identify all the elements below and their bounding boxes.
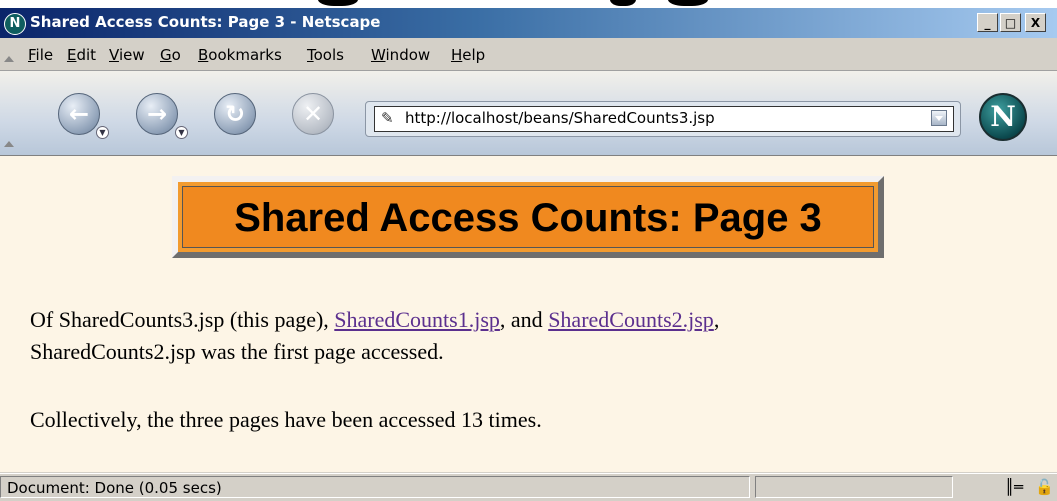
- headline-fragment: [318, 0, 358, 6]
- url-bar: ✎ http://localhost/beans/SharedCounts3.j…: [365, 101, 961, 137]
- status-bar: Document: Done (0.05 secs) ║═ 🔓: [0, 473, 1057, 501]
- link-sharedcounts1[interactable]: SharedCounts1.jsp: [334, 307, 500, 332]
- menu-tools[interactable]: Tools: [307, 46, 344, 64]
- page-heading-banner: Shared Access Counts: Page 3: [172, 176, 884, 258]
- stop-icon: ✕: [302, 100, 324, 128]
- reload-button[interactable]: ↻: [214, 93, 256, 135]
- para1-text-1: Of SharedCounts3.jsp (this page),: [30, 307, 335, 332]
- menu-go[interactable]: Go: [160, 46, 181, 64]
- maximize-button[interactable]: □: [1000, 13, 1021, 32]
- browser-window: N Shared Access Counts: Page 3 - Netscap…: [0, 8, 1057, 501]
- para1-line-2: SharedCounts2.jsp was the first page acc…: [30, 339, 444, 364]
- menu-view[interactable]: View: [109, 46, 145, 64]
- url-input[interactable]: ✎ http://localhost/beans/SharedCounts3.j…: [374, 106, 954, 132]
- menu-edit[interactable]: Edit: [67, 46, 96, 64]
- window-title: Shared Access Counts: Page 3 - Netscape: [30, 13, 381, 31]
- stop-button[interactable]: ✕: [292, 93, 334, 135]
- forward-icon: →: [146, 100, 168, 128]
- menu-file[interactable]: File: [28, 46, 53, 64]
- status-progress-panel: [755, 476, 953, 498]
- forward-history-dropdown-icon[interactable]: ▼: [175, 126, 188, 139]
- close-button[interactable]: X: [1025, 13, 1046, 32]
- page-content: Shared Access Counts: Page 3 Of SharedCo…: [0, 156, 1057, 472]
- para1-text-2: , and: [499, 307, 549, 332]
- reload-icon: ↻: [224, 100, 246, 128]
- toolbar-grip-icon[interactable]: [4, 141, 14, 147]
- heading-banner-inner: Shared Access Counts: Page 3: [182, 186, 874, 248]
- headline-fragment: [610, 0, 636, 6]
- page-heading: Shared Access Counts: Page 3: [234, 196, 822, 240]
- headline-fragment: [668, 0, 708, 6]
- status-field: Document: Done (0.05 secs): [0, 476, 750, 498]
- navigation-toolbar: ← ▼ → ▼ ↻ ✕ ✎ http://localhost/beans/Sha…: [0, 71, 1057, 156]
- menu-bookmarks[interactable]: Bookmarks: [198, 46, 282, 64]
- back-icon: ←: [68, 100, 90, 128]
- back-button[interactable]: ←: [58, 93, 100, 135]
- link-sharedcounts2[interactable]: SharedCounts2.jsp: [548, 307, 714, 332]
- security-lock-icon[interactable]: 🔓: [1035, 478, 1054, 496]
- title-bar: N Shared Access Counts: Page 3 - Netscap…: [0, 8, 1057, 38]
- minimize-button[interactable]: _: [977, 13, 998, 32]
- page-icon: ✎: [381, 109, 394, 127]
- para1-text-3: ,: [713, 307, 720, 332]
- status-text: Document: Done (0.05 secs): [7, 479, 222, 497]
- url-text: http://localhost/beans/SharedCounts3.jsp: [405, 109, 715, 127]
- back-history-dropdown-icon[interactable]: ▼: [96, 126, 109, 139]
- connection-icon[interactable]: ║═: [1005, 478, 1023, 496]
- url-dropdown-icon[interactable]: [931, 110, 947, 126]
- menu-window[interactable]: Window: [371, 46, 430, 64]
- menu-help[interactable]: Help: [451, 46, 485, 64]
- menubar-grip-icon[interactable]: [4, 56, 14, 62]
- menu-bar: File Edit View Go Bookmarks Tools Window…: [0, 38, 1057, 71]
- forward-button[interactable]: →: [136, 93, 178, 135]
- paragraph-access-count: Collectively, the three pages have been …: [30, 407, 542, 432]
- netscape-logo-icon[interactable]: N: [979, 93, 1027, 141]
- paragraph-first-access: Of SharedCounts3.jsp (this page), Shared…: [30, 304, 719, 368]
- netscape-icon[interactable]: N: [4, 13, 26, 35]
